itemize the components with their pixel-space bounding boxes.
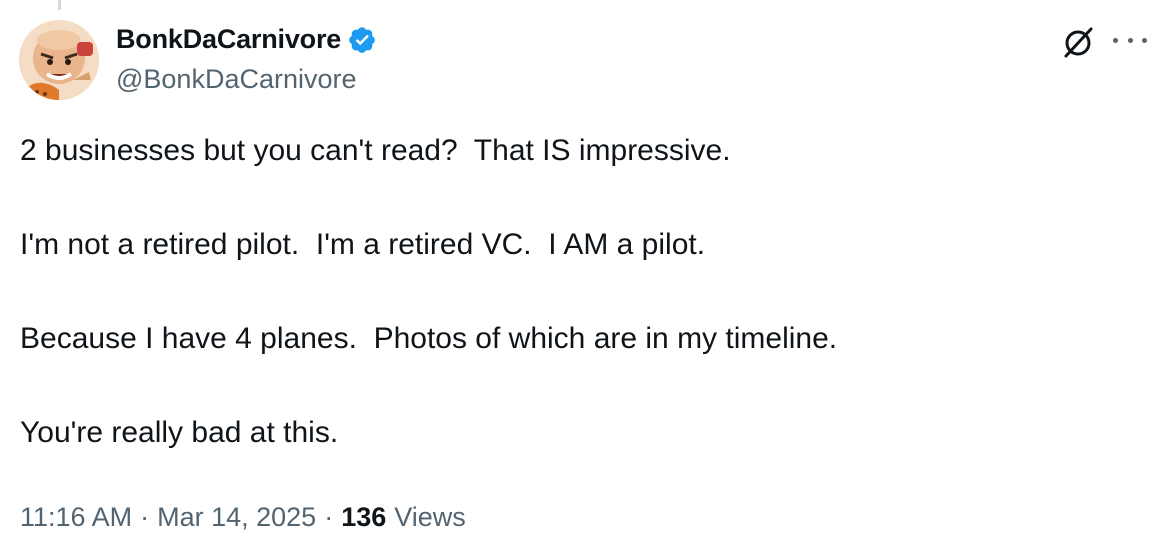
more-dot — [1127, 37, 1133, 43]
thread-connector-line — [58, 0, 61, 10]
tweet-paragraph: Because I have 4 planes. Photos of which… — [20, 322, 838, 355]
author-name-row: BonkDaCarnivore — [116, 24, 377, 55]
tweet-text: 2 businesses but you can't read? That IS… — [20, 132, 1150, 508]
tweet-meta: 11:16 AM · Mar 14, 2025 · 136 Views — [20, 502, 466, 533]
more-dot — [1113, 37, 1118, 43]
tweet-paragraph: You're really bad at this. — [20, 416, 339, 449]
views-count[interactable]: 136 — [341, 502, 386, 533]
more-options-icon[interactable] — [1113, 28, 1147, 52]
meta-separator: · — [324, 502, 334, 532]
tweet-date[interactable]: Mar 14, 2025 — [157, 502, 316, 533]
meta-separator: · — [140, 502, 150, 532]
verified-badge-icon[interactable] — [347, 25, 377, 55]
tweet-paragraph: I'm not a retired pilot. I'm a retired V… — [20, 228, 706, 261]
avatar-image — [19, 20, 99, 100]
tweet-paragraph: 2 businesses but you can't read? That IS… — [20, 134, 731, 167]
more-dot — [1142, 37, 1147, 43]
grok-icon[interactable] — [1060, 24, 1096, 60]
author-display-name[interactable]: BonkDaCarnivore — [116, 24, 341, 55]
tweet-time[interactable]: 11:16 AM — [20, 502, 132, 533]
author-handle[interactable]: @BonkDaCarnivore — [116, 64, 357, 95]
views-label[interactable]: Views — [394, 502, 466, 533]
avatar[interactable] — [19, 20, 99, 100]
